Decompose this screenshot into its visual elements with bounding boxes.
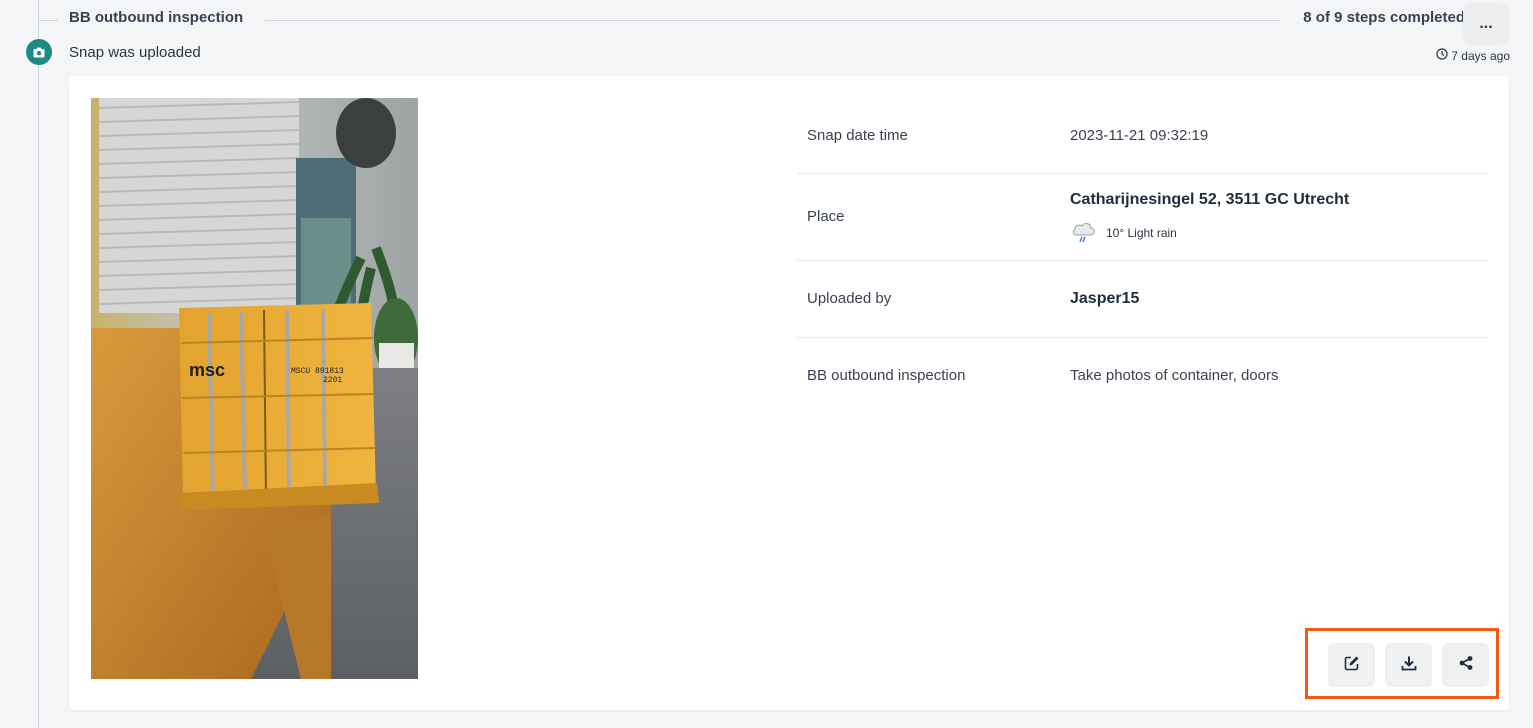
detail-label: Place (807, 208, 845, 225)
camera-icon (26, 39, 52, 65)
more-icon: ... (1479, 15, 1493, 32)
container-code: MSCU 891813 (291, 367, 344, 376)
detail-value: 2023-11-21 09:32:19 (1070, 127, 1209, 144)
weather-info: 10° Light rain (1070, 219, 1177, 246)
share-icon (1459, 655, 1473, 675)
edit-button[interactable] (1328, 643, 1375, 687)
detail-label: Uploaded by (807, 290, 892, 307)
container-type: 2201 (323, 376, 342, 385)
clock-icon (1436, 48, 1448, 63)
more-options-button[interactable]: ... (1463, 3, 1509, 45)
detail-label: Snap date time (807, 127, 908, 144)
time-ago-text: 7 days ago (1451, 48, 1510, 63)
place-link[interactable]: Catharijnesingel 52, 3511 GC Utrecht (1070, 191, 1349, 209)
event-title: Snap was uploaded (69, 44, 201, 61)
steps-progress: 8 of 9 steps completed (1293, 9, 1465, 26)
detail-value: Take photos of container, doors (1070, 367, 1279, 384)
download-icon (1401, 655, 1417, 676)
timeline-tick (38, 20, 58, 21)
snap-photo[interactable]: msc MSCU 891813 2201 (91, 98, 418, 679)
edit-icon (1344, 655, 1360, 676)
detail-row-inspection: BB outbound inspection Take photos of co… (797, 338, 1488, 414)
section-title: BB outbound inspection (69, 9, 254, 26)
timeline-line (38, 0, 39, 728)
snap-card: msc MSCU 891813 2201 Snap date time 2023… (69, 76, 1509, 710)
rain-cloud-icon (1070, 219, 1098, 246)
detail-row-snap-datetime: Snap date time 2023-11-21 09:32:19 (797, 96, 1488, 174)
weather-text: 10° Light rain (1106, 225, 1177, 240)
uploader-link[interactable]: Jasper15 (1070, 290, 1139, 308)
container-logo: msc (189, 360, 225, 380)
event-timestamp: 7 days ago (1436, 48, 1510, 63)
detail-row-uploaded-by: Uploaded by Jasper15 (797, 261, 1488, 338)
snap-details-table: Snap date time 2023-11-21 09:32:19 Place… (797, 96, 1488, 414)
share-button[interactable] (1442, 643, 1489, 687)
download-button[interactable] (1385, 643, 1432, 687)
section-divider (265, 20, 1280, 21)
detail-row-place: Place Catharijnesingel 52, 3511 GC Utrec… (797, 174, 1488, 261)
detail-label: BB outbound inspection (807, 367, 966, 384)
